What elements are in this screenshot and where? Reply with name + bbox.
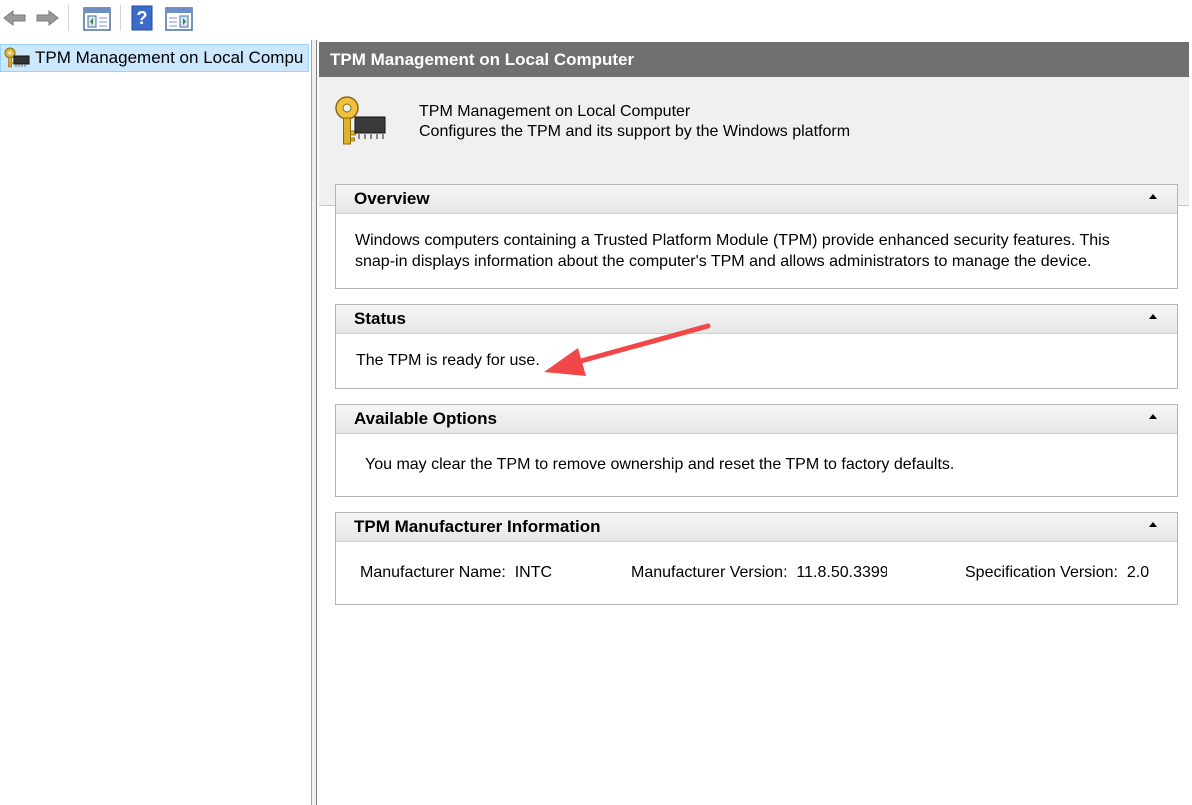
toolbar: ? (0, 0, 1192, 38)
page-title: TPM Management on Local Computer (319, 42, 1189, 77)
forward-arrow-icon[interactable] (34, 7, 60, 29)
toolbar-separator (68, 5, 69, 31)
status-header[interactable]: Status (336, 305, 1177, 334)
collapse-icon[interactable] (1149, 194, 1157, 199)
overview-section: Overview Windows computers containing a … (335, 184, 1178, 289)
help-icon[interactable]: ? (130, 5, 154, 31)
section-title: Available Options (354, 409, 497, 428)
tpm-key-chip-icon (333, 95, 389, 154)
intro-description: Configures the TPM and its support by th… (419, 123, 851, 140)
results-pane: TPM Management on Local Computer TPM Man… (316, 40, 1192, 805)
section-title: TPM Manufacturer Information (354, 517, 601, 536)
intro-title: TPM Management on Local Computer (419, 103, 691, 120)
collapse-icon[interactable] (1149, 414, 1157, 419)
manufacturer-version-value: 11.8.50.3399 (796, 564, 887, 581)
overview-text-line2: snap-in displays information about the c… (355, 253, 1092, 270)
overview-text-line1: Windows computers containing a Trusted P… (355, 232, 1110, 249)
manufacturer-name: Manufacturer Name: INTC (360, 564, 552, 582)
tpm-key-chip-icon (3, 47, 31, 69)
section-title: Overview (354, 189, 430, 208)
available-options-header[interactable]: Available Options (336, 405, 1177, 434)
status-text: The TPM is ready for use. (356, 352, 540, 369)
console-tree-icon[interactable] (82, 6, 112, 32)
manufacturer-version-label: Manufacturer Version: (631, 564, 788, 581)
tree-item-tpm-management[interactable]: TPM Management on Local Compu (0, 44, 309, 72)
manufacturer-section: TPM Manufacturer Information Manufacture… (335, 512, 1178, 605)
console-tree: TPM Management on Local Compu (0, 40, 312, 805)
manufacturer-name-label: Manufacturer Name: (360, 564, 506, 581)
manufacturer-version: Manufacturer Version: 11.8.50.3399 (631, 564, 887, 582)
specification-version-value: 2.0 (1126, 564, 1150, 581)
collapse-icon[interactable] (1149, 522, 1157, 527)
back-arrow-icon[interactable] (2, 7, 28, 29)
svg-text:?: ? (137, 8, 148, 28)
section-title: Status (354, 309, 406, 328)
available-options-section: Available Options You may clear the TPM … (335, 404, 1178, 497)
specification-version-label: Specification Version: (965, 564, 1118, 581)
collapse-icon[interactable] (1149, 314, 1157, 319)
available-options-text: You may clear the TPM to remove ownershi… (365, 456, 955, 473)
manufacturer-name-value: INTC (514, 564, 553, 581)
overview-header[interactable]: Overview (336, 185, 1177, 214)
manufacturer-header[interactable]: TPM Manufacturer Information (336, 513, 1177, 542)
toolbar-separator (120, 5, 121, 31)
annotation-arrow-icon (544, 323, 711, 376)
action-pane-icon[interactable] (164, 6, 194, 32)
status-section: Status The TPM is ready for use. (335, 304, 1178, 389)
specification-version: Specification Version: 2.0 (965, 564, 1149, 582)
tree-item-label: TPM Management on Local Compu (35, 48, 304, 67)
